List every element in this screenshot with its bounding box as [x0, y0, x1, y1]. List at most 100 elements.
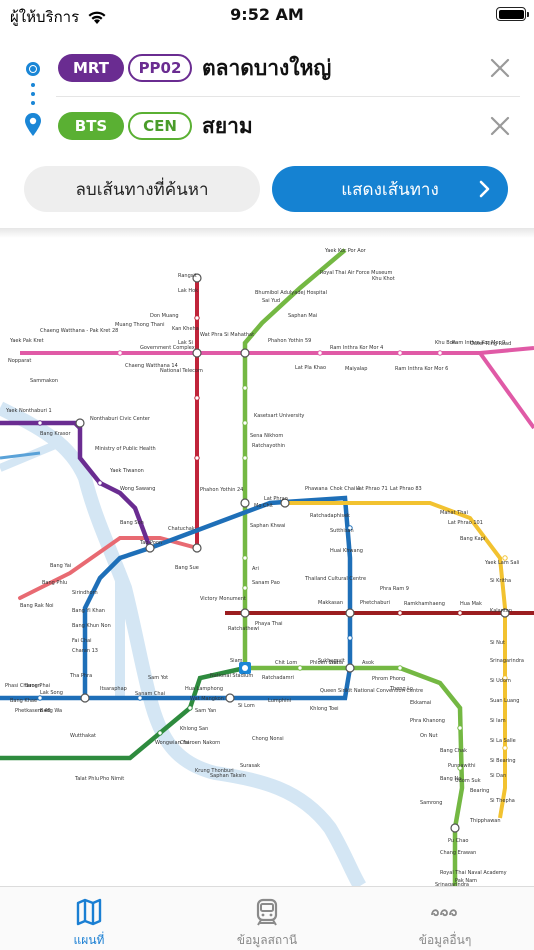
map-station-label: Tao Poon [140, 540, 163, 546]
map-station-label: Si Udom [490, 678, 511, 684]
map-station-label: Makkasan [318, 600, 343, 606]
map-station-label: Phra Khanong [410, 718, 445, 724]
map-station-label: Wat Phra Si Mahathat [200, 332, 255, 338]
map-station-label: Fai Chai [72, 638, 92, 644]
tab-station-info[interactable]: ข้อมูลสถานี [178, 887, 356, 950]
origin-dot-icon [26, 62, 40, 76]
map-station-label: Bang Sue [175, 565, 199, 571]
clear-route-button[interactable]: ลบเส้นทางที่ค้นหา [24, 166, 260, 212]
map-station-label: Phaya Thai [255, 621, 283, 627]
map-station-label: Chang Erawan [440, 850, 477, 856]
map-station-label: Bang Son [120, 520, 144, 526]
map-station-label: Wong Sawang [120, 486, 156, 492]
clear-destination-icon[interactable] [490, 116, 510, 136]
tab-map-label: แผนที่ [73, 933, 105, 947]
tab-bar: แผนที่ ข้อมูลสถานี ข้อมูลอื่นๆ [0, 886, 534, 950]
map-station-label: Talat Phlu [75, 776, 100, 782]
map-station-label: Phrom Phong [372, 676, 406, 682]
map-station-label: Pho Nimit [100, 776, 125, 782]
show-route-label: แสดงเส้นทาง [341, 179, 439, 199]
tab-other-info[interactable]: ข้อมูลอื่นๆ [356, 887, 534, 950]
map-station-label: Ratchayothin [252, 443, 286, 449]
map-station-label: Don Muang [150, 313, 179, 319]
map-station-label: Surasak [240, 763, 261, 769]
chevron-right-icon [479, 180, 490, 198]
map-station-label: Royal Thai Naval Academy [440, 870, 507, 876]
map-station-label: Punnawithi [448, 763, 476, 769]
map-station-label: Sam Yan [195, 708, 217, 714]
map-station-label: Si Nut [490, 640, 506, 646]
map-station-label: Kan Kheha [172, 326, 199, 332]
map-station-label: Ratchadamri [262, 675, 294, 681]
map-station-label: Wat Mangkon [190, 696, 224, 702]
map-station-label: Lat Phrao 71 [356, 486, 388, 492]
destination-station-code: CEN [128, 112, 192, 140]
status-bar: ผู้ให้บริการ 9:52 AM [0, 0, 534, 30]
more-icon [431, 909, 457, 917]
origin-line-badge: MRT [58, 54, 124, 82]
map-station-label: Victory Monument [200, 596, 246, 602]
origin-station-name[interactable]: ตลาดบางใหญ่ [202, 52, 331, 85]
map-station-label: Bang Yi Khan [72, 608, 105, 614]
map-station-label: Lat Phrao [264, 496, 288, 502]
origin-row[interactable]: MRT PP02 ตลาดบางใหญ่ [0, 38, 534, 98]
river [0, 401, 367, 886]
map-station-label: Sanam Pao [252, 580, 280, 586]
destination-line-badge: BTS [58, 112, 124, 140]
map-station-label: Yaek Tiwanon [110, 468, 144, 474]
map-station-label: Itsaraphap [100, 686, 127, 692]
map-station-label: Si Dan [490, 773, 507, 779]
map-station-label: Mahat Thai [440, 510, 468, 516]
map-station-label: National Stadium [210, 673, 254, 679]
map-station-label: Lak Song [40, 690, 63, 696]
map-station-label: Hua Mak [460, 601, 482, 607]
map-station-label: Kasetsart University [254, 413, 305, 419]
map-station-label: Thipphawan [470, 818, 501, 824]
destination-station-name[interactable]: สยาม [202, 110, 253, 143]
map-station-label: Si Bearing [490, 758, 516, 764]
map-station-label: Yaek Kor Por Aor [325, 248, 366, 254]
map-station-label: Khu Bon [435, 340, 456, 346]
map-station-label: Wutthakat [70, 733, 96, 739]
tab-map[interactable]: แผนที่ [0, 887, 178, 950]
map-station-label: Sam Yot [148, 675, 169, 681]
map-station-label: Si Kritha [490, 578, 512, 584]
map-station-label: Charan 13 [72, 648, 98, 654]
map-station-label: Phetkasem 48 [15, 708, 51, 714]
map-station-label: Ari [252, 566, 259, 572]
map-station-label: Samrong [420, 800, 443, 806]
tab-other-info-label: ข้อมูลอื่นๆ [418, 933, 472, 947]
map-station-label: Huai Khwang [330, 548, 363, 554]
map-station-label: Srinagarindra [490, 658, 524, 664]
transit-map[interactable]: Rangsit Lak Hok Don Muang Kan Kheha Lak Si Wa… [0, 228, 534, 886]
map-station-label: Ekkamai [410, 700, 432, 706]
map-station-label: Government Complex [140, 345, 195, 351]
map-station-label: Si Thepha [490, 798, 515, 804]
map-station-label: Phahon Yothin 24 [200, 487, 244, 493]
map-station-label: Ratchadaphisek [310, 513, 350, 519]
map-station-label: Ratchathewi [228, 626, 260, 632]
map-station-label: Bhumibol Adulyadej Hospital [255, 290, 327, 296]
map-station-label: Ram Inthra Kor Mor 4 [330, 345, 384, 351]
map-station-label: Bearing [470, 788, 490, 794]
map-station-label: Bang Krasor [40, 431, 71, 437]
map-station-label: Ram Inthra Kor Mor 6 [395, 366, 449, 372]
show-route-button[interactable]: แสดงเส้นทาง [272, 166, 508, 212]
map-station-label: Chong Nonsi [252, 736, 284, 742]
map-station-label: Khu Khot [372, 276, 395, 282]
clear-origin-icon[interactable] [490, 58, 510, 78]
map-station-label: Sai Yud [262, 298, 281, 304]
map-station-label: Queen Sirikit National Convention Centre [320, 688, 424, 694]
pink-line-east [478, 351, 534, 430]
map-station-label: On Nut [420, 733, 438, 739]
map-station-label: Mo Chit [254, 503, 273, 509]
map-station-label: Nopparat [8, 358, 32, 364]
destination-row[interactable]: BTS CEN สยาม [0, 96, 534, 156]
map-station-label: Tha Phra [70, 673, 93, 679]
clear-route-label: ลบเส้นทางที่ค้นหา [75, 179, 209, 199]
map-station-label: Bang Khae [10, 698, 38, 704]
map-icon [76, 898, 102, 926]
transit-map-canvas[interactable] [0, 228, 534, 886]
map-station-label: Phahon Yothin 59 [268, 338, 312, 344]
map-station-label: Sena Nikhom [250, 433, 284, 439]
